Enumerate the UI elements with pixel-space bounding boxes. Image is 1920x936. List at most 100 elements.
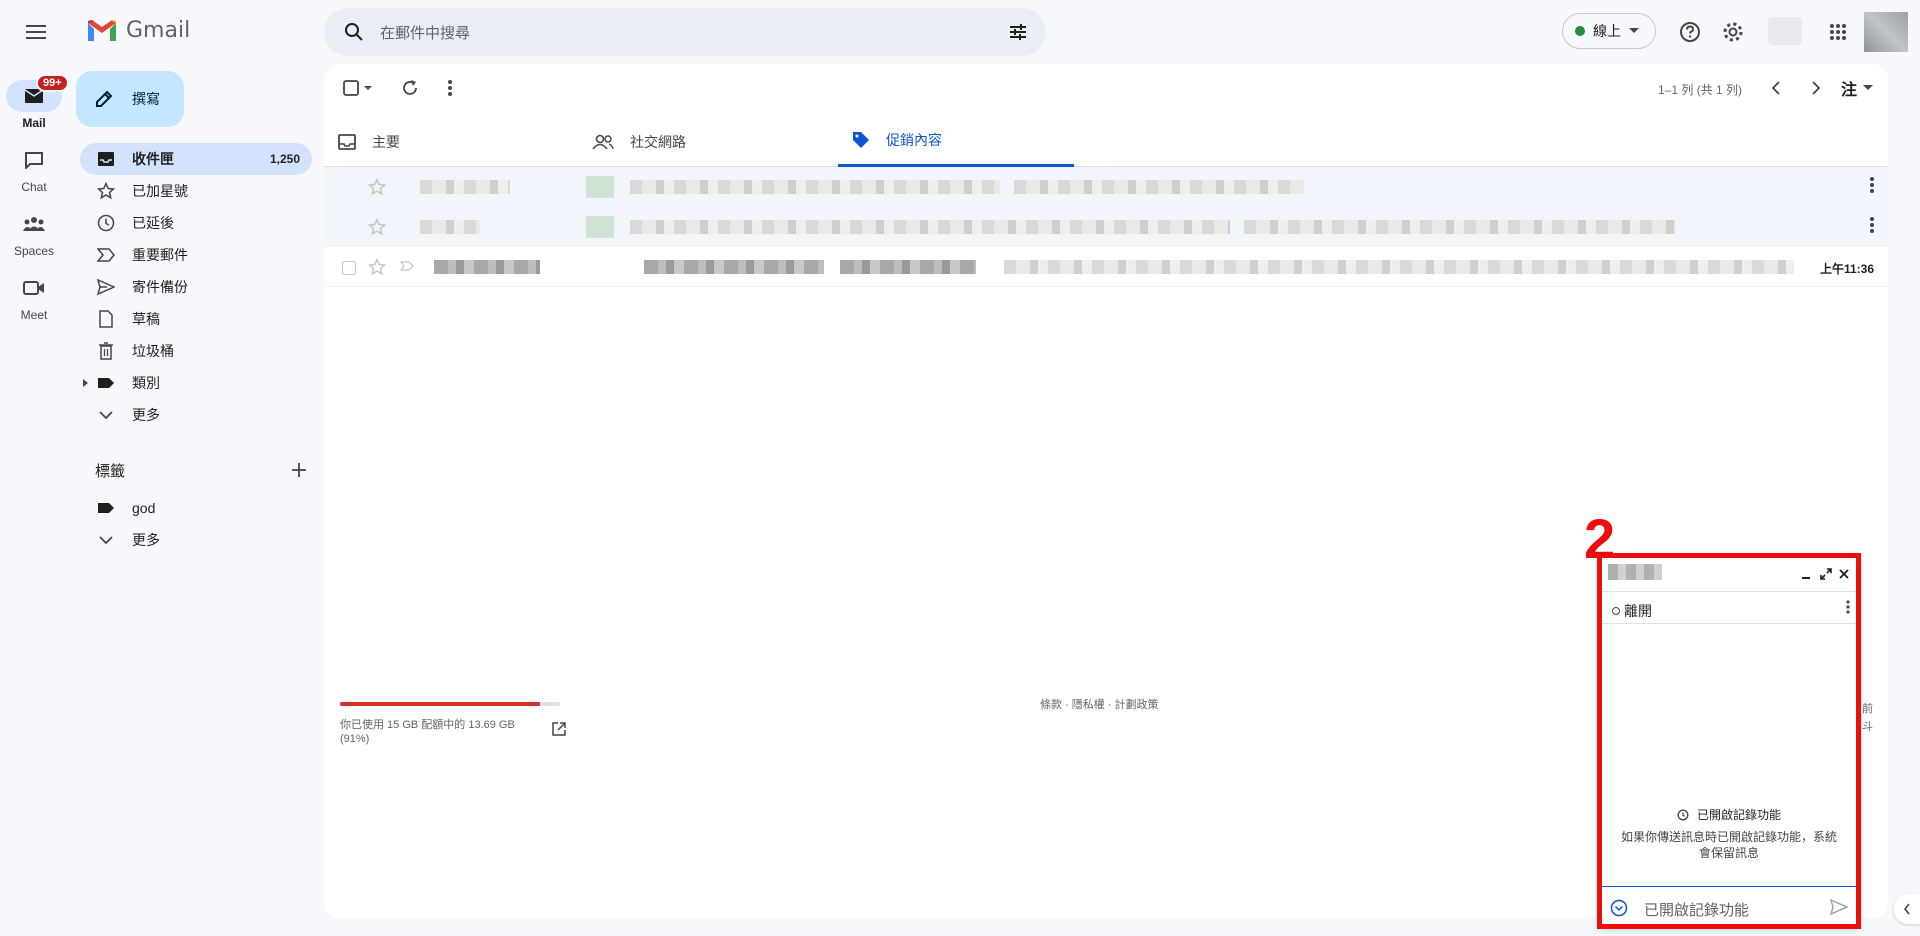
help-button[interactable] — [1670, 12, 1710, 52]
star-icon — [96, 181, 116, 201]
storage-meter: 你已使用 15 GB 配額中的 13.69 GB (91%) — [340, 702, 566, 746]
kebab-icon — [1870, 217, 1874, 233]
spaces-icon — [23, 217, 45, 231]
gear-icon — [1723, 22, 1743, 42]
send-button[interactable] — [1830, 899, 1848, 915]
important-marker-icon[interactable] — [400, 261, 414, 271]
email-row[interactable]: 上午11:36 — [324, 247, 1888, 287]
manage-storage-link[interactable] — [552, 722, 566, 736]
tab-primary[interactable]: 主要 — [324, 116, 560, 167]
history-toggle-icon[interactable] — [1610, 899, 1628, 917]
peek-line: 前 — [1862, 703, 1873, 715]
kebab-icon — [448, 80, 452, 96]
star-icon[interactable] — [368, 218, 386, 236]
email-time: 上午11:36 — [1819, 262, 1874, 276]
refresh-button[interactable] — [396, 74, 424, 102]
apps-button[interactable] — [1818, 12, 1858, 52]
rail-item-meet[interactable]: Meet — [0, 272, 68, 322]
chat-menu-button[interactable] — [1846, 600, 1850, 614]
star-icon[interactable] — [368, 258, 386, 276]
storage-text: 你已使用 15 GB 配額中的 13.69 GB (91%) — [340, 719, 515, 745]
compose-button[interactable]: 撰寫 — [76, 71, 184, 127]
search-bar[interactable]: 在郵件中搜尋 — [324, 8, 1046, 56]
checkbox-icon — [343, 80, 372, 96]
newer-button[interactable] — [1762, 74, 1790, 102]
top-bar: Gmail 在郵件中搜尋 線上 — [0, 0, 1920, 64]
message-input[interactable]: 已開啟記錄功能 — [1644, 899, 1749, 920]
thumbnail-blurred — [586, 216, 614, 238]
account-avatar[interactable] — [1864, 12, 1908, 52]
row-more-button[interactable] — [1870, 217, 1874, 233]
expand-arrow-icon[interactable] — [83, 379, 88, 387]
email-row[interactable] — [324, 167, 1888, 207]
rail-label-mail: Mail — [22, 116, 46, 130]
add-label-button[interactable] — [291, 462, 307, 478]
category-tabs: 主要 社交網路 促銷內容 — [324, 116, 1888, 167]
draft-icon — [96, 309, 116, 329]
chevron-left-icon — [1903, 903, 1910, 915]
side-panel-toggle[interactable] — [1894, 894, 1920, 924]
select-all-checkbox[interactable] — [338, 74, 378, 102]
status-selector[interactable]: 線上 — [1562, 13, 1656, 49]
app-rail: 99+ Mail Chat Spaces Meet — [0, 64, 69, 936]
rail-item-mail[interactable]: 99+ Mail — [0, 74, 69, 130]
external-link-icon — [552, 722, 566, 736]
tab-promotions[interactable]: 促銷內容 — [838, 116, 1074, 167]
email-row[interactable] — [324, 207, 1888, 247]
chat-contact-name-blurred — [1608, 564, 1662, 580]
nav-item-inbox[interactable]: 收件匣 1,250 — [80, 143, 312, 175]
settings-button[interactable] — [1713, 12, 1753, 52]
apps-grid-icon — [1830, 24, 1846, 40]
nav-label: 草稿 — [132, 311, 160, 327]
pencil-icon — [96, 90, 113, 107]
nav-item-snoozed[interactable]: 已延後 — [80, 207, 312, 239]
activity-peek: 前斗 — [1862, 700, 1873, 736]
tab-label: 促銷內容 — [886, 132, 942, 148]
rail-label-meet: Meet — [20, 308, 48, 322]
nav-item-starred[interactable]: 已加星號 — [80, 175, 312, 207]
close-button[interactable] — [1836, 566, 1852, 582]
meet-icon — [23, 281, 44, 295]
star-icon[interactable] — [368, 178, 386, 196]
footer-links[interactable]: 條款 · 隱私權 · 計劃政策 — [1040, 696, 1159, 712]
input-tools-button[interactable]: 注 — [1834, 74, 1880, 102]
row-checkbox[interactable] — [342, 261, 356, 275]
gmail-logo[interactable]: Gmail — [86, 18, 190, 43]
nav-item-categories[interactable]: 類別 — [80, 367, 312, 399]
row-more-button[interactable] — [1870, 177, 1874, 193]
chat-compose: 已開啟記錄功能 — [1600, 886, 1858, 926]
status-label: 線上 — [1593, 23, 1621, 39]
rail-label-chat: Chat — [21, 180, 47, 194]
tab-social[interactable]: 社交網路 — [578, 116, 814, 167]
inbox-icon — [96, 149, 116, 169]
search-options-icon[interactable] — [1006, 20, 1030, 44]
nav-label: 收件匣 — [132, 151, 174, 167]
rail-item-chat[interactable]: Chat — [0, 144, 68, 194]
nav-item-important[interactable]: 重要郵件 — [80, 239, 312, 271]
main-menu-button[interactable] — [16, 12, 56, 52]
nav-item-sent[interactable]: 寄件備份 — [80, 271, 312, 303]
rail-item-spaces[interactable]: Spaces — [0, 208, 68, 258]
older-button[interactable] — [1802, 74, 1830, 102]
nav-label: god — [132, 500, 156, 516]
pagination-text[interactable]: 1–1 列 (共 1 列) — [1658, 81, 1742, 98]
nav-item-trash[interactable]: 垃圾桶 — [80, 335, 312, 367]
nav-label: 更多 — [132, 532, 160, 548]
kebab-icon — [1846, 600, 1850, 614]
minimize-button[interactable] — [1798, 566, 1814, 582]
popout-button[interactable] — [1818, 566, 1834, 582]
snippet-blurred — [1004, 260, 1794, 274]
nav-label: 已延後 — [132, 215, 174, 231]
search-icon[interactable] — [342, 20, 366, 44]
nav-item-more[interactable]: 更多 — [80, 399, 312, 431]
search-input[interactable]: 在郵件中搜尋 — [380, 22, 470, 43]
chat-header[interactable] — [1600, 556, 1858, 592]
sender-blurred — [434, 260, 540, 274]
label-item-god[interactable]: god — [80, 492, 312, 524]
nav-item-drafts[interactable]: 草稿 — [80, 303, 312, 335]
nav-label: 更多 — [132, 407, 160, 423]
refresh-icon — [403, 80, 417, 95]
history-notice: 已開啟記錄功能 如果你傳送訊息時已開啟記錄功能，系統會保留訊息 — [1600, 806, 1858, 861]
labels-more[interactable]: 更多 — [80, 524, 312, 556]
more-actions-button[interactable] — [436, 74, 464, 102]
